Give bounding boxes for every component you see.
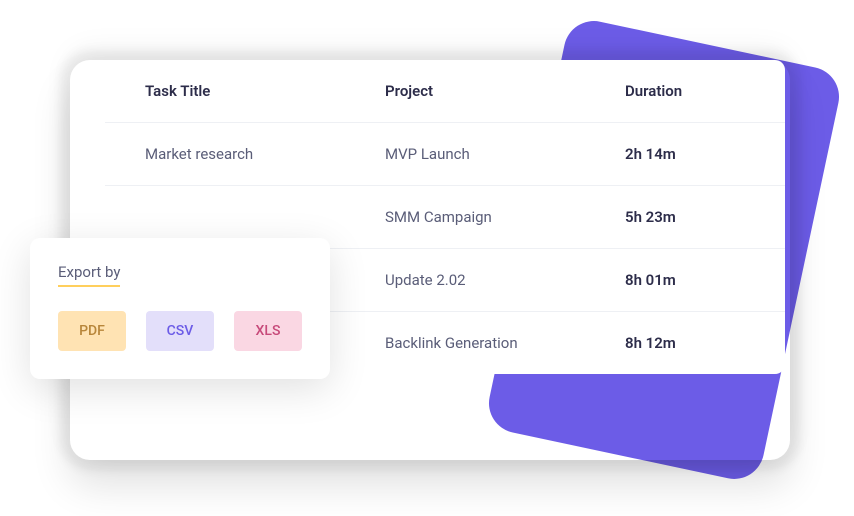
cell-duration: 2h 14m bbox=[625, 145, 745, 163]
cell-project: SMM Campaign bbox=[385, 208, 625, 226]
export-card: Export by PDF CSV XLS bbox=[30, 238, 330, 379]
export-title: Export by bbox=[58, 263, 120, 287]
header-project: Project bbox=[385, 82, 625, 100]
header-duration: Duration bbox=[625, 82, 745, 100]
export-csv-button[interactable]: CSV bbox=[146, 311, 214, 351]
cell-task-title: Market research bbox=[145, 145, 385, 163]
header-task-title: Task Title bbox=[145, 82, 385, 100]
cell-duration: 8h 01m bbox=[625, 271, 745, 289]
cell-project: Backlink Generation bbox=[385, 334, 625, 352]
cell-project: MVP Launch bbox=[385, 145, 625, 163]
export-pdf-button[interactable]: PDF bbox=[58, 311, 126, 351]
cell-duration: 5h 23m bbox=[625, 208, 745, 226]
table-header-row: Task Title Project Duration bbox=[105, 60, 785, 123]
table-row: Market research MVP Launch 2h 14m bbox=[105, 123, 785, 186]
export-xls-button[interactable]: XLS bbox=[234, 311, 302, 351]
cell-duration: 8h 12m bbox=[625, 334, 745, 352]
export-buttons-row: PDF CSV XLS bbox=[58, 311, 302, 351]
cell-project: Update 2.02 bbox=[385, 271, 625, 289]
